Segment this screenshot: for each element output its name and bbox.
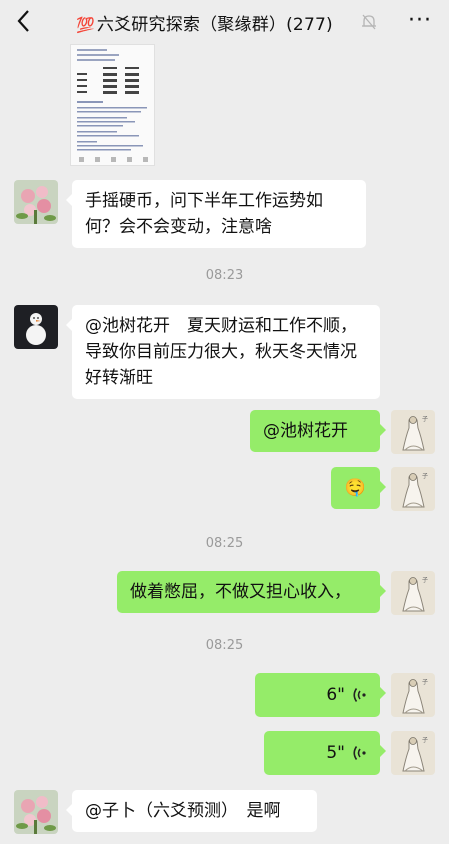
avatar-self[interactable]: 子 (391, 673, 435, 717)
svg-text:子: 子 (422, 679, 428, 686)
drooling-face-emoji: 🤤 (344, 478, 367, 498)
message-text: 做着憋屈，不做又担心收入， (130, 582, 351, 602)
chat-title-text: 六爻研究探索（聚缘群）(277) (96, 15, 333, 35)
timestamp: 08:25 (205, 536, 244, 551)
voice-message[interactable]: 6" (255, 673, 386, 717)
avatar-self[interactable]: 子 (391, 410, 435, 454)
message-text: @池树花开 (263, 421, 348, 441)
message-bubble[interactable]: @池树花开 夏天财运和工作不顺，导致你目前压力很大，秋天冬天情况好转渐旺 (66, 305, 380, 399)
shared-screenshot-image[interactable] (70, 44, 155, 166)
message-bubble[interactable]: 🤤 (331, 467, 386, 509)
avatar-self[interactable]: 子 (391, 467, 435, 511)
message-text: 手摇硬币，问下半年工作运势如何？会不会变动，注意啥 (85, 191, 323, 237)
more-options-icon[interactable]: ··· (408, 8, 432, 33)
voice-duration: 6" (326, 685, 345, 705)
chat-header: 💯 六爻研究探索（聚缘群）(277) ··· (0, 0, 449, 44)
message-bubble[interactable]: 手摇硬币，问下半年工作运势如何？会不会变动，注意啥 (66, 180, 366, 248)
svg-text:子: 子 (422, 737, 428, 744)
timestamp: 08:23 (205, 268, 244, 283)
voice-duration: 5" (326, 743, 345, 763)
avatar-flower[interactable] (14, 180, 58, 224)
message-text: @子卜（六爻预测） 是啊 (85, 801, 281, 821)
avatar-snowman[interactable] (14, 305, 58, 349)
hundred-points-icon: 💯 (76, 16, 95, 34)
svg-text:子: 子 (422, 577, 428, 584)
avatar-self[interactable]: 子 (391, 731, 435, 775)
svg-text:子: 子 (422, 473, 428, 480)
chat-title: 💯 六爻研究探索（聚缘群）(277) (76, 10, 333, 35)
bell-muted-icon (362, 14, 376, 30)
avatar-self[interactable]: 子 (391, 571, 435, 615)
message-text: @池树花开 夏天财运和工作不顺，导致你目前压力很大，秋天冬天情况好转渐旺 (85, 316, 357, 388)
message-bubble[interactable]: @池树花开 (250, 410, 386, 452)
voice-wave-icon (353, 746, 366, 760)
avatar-flower[interactable] (14, 790, 58, 834)
back-chevron-icon[interactable] (14, 8, 34, 34)
voice-message[interactable]: 5" (264, 731, 386, 775)
message-bubble[interactable]: @子卜（六爻预测） 是啊 (66, 790, 317, 832)
message-bubble[interactable]: 做着憋屈，不做又担心收入， (117, 571, 386, 613)
svg-text:子: 子 (422, 416, 428, 423)
voice-wave-icon (353, 688, 366, 702)
timestamp: 08:25 (205, 638, 244, 653)
